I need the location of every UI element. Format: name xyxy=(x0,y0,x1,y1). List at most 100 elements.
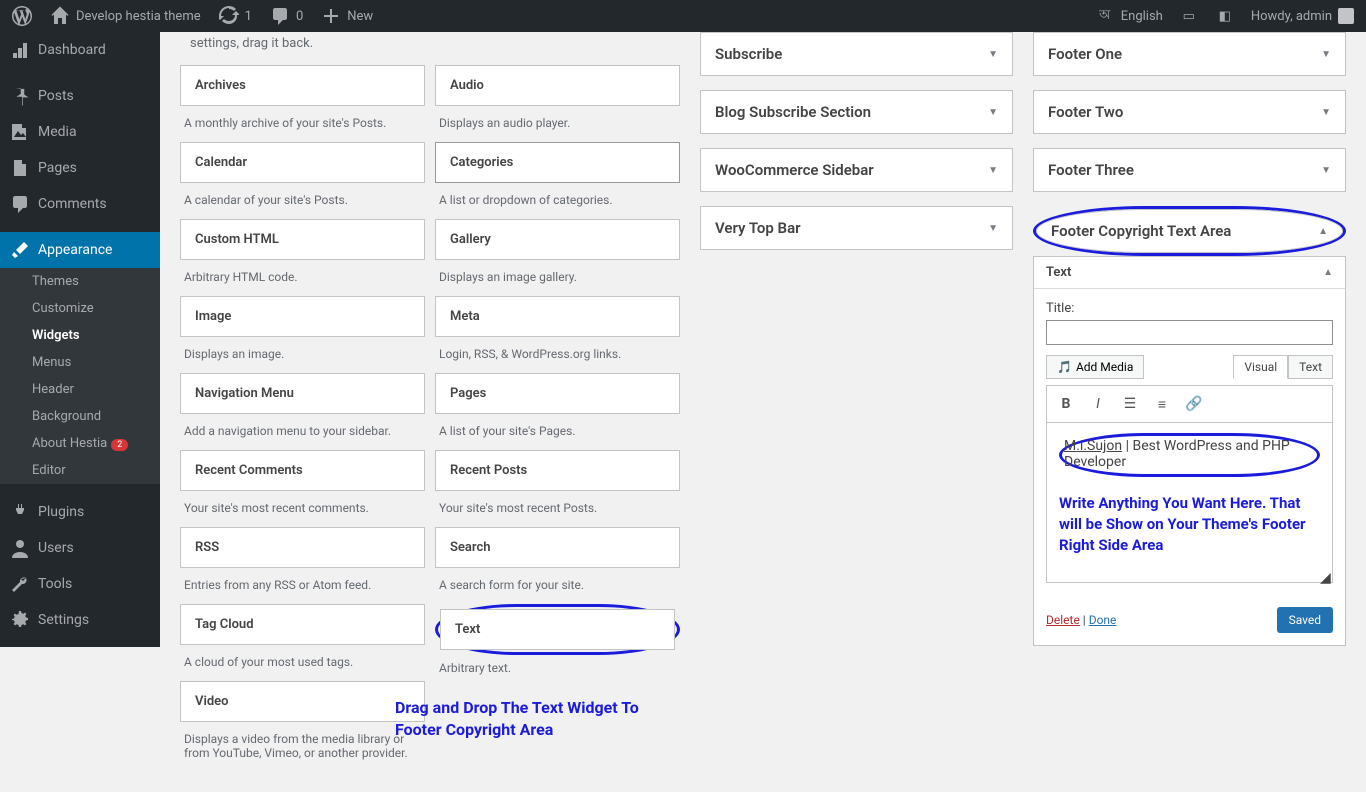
title-input[interactable] xyxy=(1046,320,1333,345)
tab-visual[interactable]: Visual xyxy=(1233,355,1288,379)
text-widget-instance: Text▲ Title: 🎵Add Media Visual Text xyxy=(1033,256,1346,646)
admin-icon-1[interactable]: ▭ xyxy=(1171,0,1207,32)
page-icon xyxy=(10,158,30,178)
menu-settings[interactable]: Settings xyxy=(0,602,160,638)
annotation-highlight-text-widget: Text xyxy=(435,604,680,655)
widgets-admin-page: settings, drag it back. Archives A month… xyxy=(160,32,1366,792)
menu-pages[interactable]: Pages xyxy=(0,150,160,186)
widget-search[interactable]: Search xyxy=(435,527,680,568)
chevron-down-icon: ▼ xyxy=(1321,165,1331,176)
menu-users[interactable]: Users xyxy=(0,530,160,566)
editor-content[interactable]: M.i.Sujon | Best WordPress and PHP Devel… xyxy=(1046,422,1333,583)
comment-icon xyxy=(270,6,290,26)
site-home-link[interactable]: Develop hestia theme xyxy=(42,0,209,32)
widget-recent-posts[interactable]: Recent Posts xyxy=(435,450,680,491)
sidebar-footer-two[interactable]: Footer Two▼ xyxy=(1034,91,1345,133)
widget-meta[interactable]: Meta xyxy=(435,296,680,337)
wp-logo-icon[interactable] xyxy=(4,0,40,32)
submenu-customize[interactable]: Customize xyxy=(0,295,160,322)
submenu-about-hestia[interactable]: About Hestia2 xyxy=(0,430,160,457)
italic-button[interactable]: I xyxy=(1083,390,1113,418)
widget-nav-menu[interactable]: Navigation Menu xyxy=(180,373,425,414)
menu-media[interactable]: Media xyxy=(0,114,160,150)
submenu-widgets[interactable]: Widgets xyxy=(0,322,160,349)
link-button[interactable]: 🔗 xyxy=(1179,390,1209,418)
menu-tools[interactable]: Tools xyxy=(0,566,160,602)
chevron-down-icon: ▼ xyxy=(988,107,998,118)
widget-image[interactable]: Image xyxy=(180,296,425,337)
admin-toolbar: Develop hestia theme 1 0 New অEnglish ▭ … xyxy=(0,0,1366,32)
widget-archives-desc: A monthly archive of your site's Posts. xyxy=(180,110,425,142)
menu-dashboard[interactable]: Dashboard xyxy=(0,32,160,68)
saved-badge: Saved xyxy=(1277,607,1333,633)
menu-posts[interactable]: Posts xyxy=(0,78,160,114)
widget-calendar[interactable]: Calendar xyxy=(180,142,425,183)
submenu-themes[interactable]: Themes xyxy=(0,268,160,295)
submenu-menus[interactable]: Menus xyxy=(0,349,160,376)
updates-link[interactable]: 1 xyxy=(211,0,260,32)
sidebar-footer-one[interactable]: Footer One▼ xyxy=(1034,33,1345,75)
widget-areas-columns: Subscribe▼ Blog Subscribe Section▼ WooCo… xyxy=(700,32,1346,772)
widget-video[interactable]: Video xyxy=(180,681,425,722)
comment-icon xyxy=(10,194,30,214)
sidebar-footer-copyright[interactable]: Footer Copyright Text Area▲ xyxy=(1036,209,1343,253)
sidebar-woocommerce[interactable]: WooCommerce Sidebar▼ xyxy=(701,149,1012,191)
wrench-icon xyxy=(10,574,30,594)
delete-link[interactable]: Delete xyxy=(1046,613,1080,627)
chevron-up-icon: ▲ xyxy=(1323,267,1333,278)
chevron-down-icon: ▼ xyxy=(1321,49,1331,60)
resize-handle[interactable]: ◢ xyxy=(1320,570,1330,580)
title-label: Title: xyxy=(1046,301,1333,316)
available-widgets-column: settings, drag it back. Archives A month… xyxy=(180,32,680,772)
menu-appearance[interactable]: Appearance xyxy=(0,232,160,268)
annotation-highlight-content: M.i.Sujon | Best WordPress and PHP Devel… xyxy=(1059,433,1320,477)
comments-link[interactable]: 0 xyxy=(262,0,311,32)
plus-icon xyxy=(321,6,341,26)
text-widget-head[interactable]: Text▲ xyxy=(1034,257,1345,289)
add-media-button[interactable]: 🎵Add Media xyxy=(1046,355,1144,379)
user-icon xyxy=(10,538,30,558)
page-note: settings, drag it back. xyxy=(180,32,680,65)
widget-tag-cloud[interactable]: Tag Cloud xyxy=(180,604,425,645)
gear-icon xyxy=(10,610,30,630)
new-content-link[interactable]: New xyxy=(313,0,381,32)
submenu-background[interactable]: Background xyxy=(0,403,160,430)
update-badge: 2 xyxy=(111,439,128,451)
ul-button[interactable]: ☰ xyxy=(1115,390,1145,418)
widget-text[interactable]: Text xyxy=(440,609,675,650)
home-icon xyxy=(50,6,70,26)
editor-toolbar: B I ☰ ≡ 🔗 xyxy=(1046,385,1333,422)
annotation-highlight-footer-copyright: Footer Copyright Text Area▲ xyxy=(1033,206,1346,256)
my-account-link[interactable]: Howdy, admin xyxy=(1243,0,1362,32)
sidebar-subscribe[interactable]: Subscribe▼ xyxy=(701,33,1012,75)
language-switcher[interactable]: অEnglish xyxy=(1087,0,1171,32)
widget-pages[interactable]: Pages xyxy=(435,373,680,414)
menu-plugins[interactable]: Plugins xyxy=(0,494,160,530)
widget-gallery[interactable]: Gallery xyxy=(435,219,680,260)
admin-icon-2[interactable]: ◧ xyxy=(1207,0,1243,32)
avatar xyxy=(1338,8,1354,24)
plug-icon xyxy=(10,502,30,522)
available-widgets-right: Audio Displays an audio player. Categori… xyxy=(435,65,680,772)
widget-recent-comments[interactable]: Recent Comments xyxy=(180,450,425,491)
sidebar-blog-subscribe[interactable]: Blog Subscribe Section▼ xyxy=(701,91,1012,133)
submenu-appearance: Themes Customize Widgets Menus Header Ba… xyxy=(0,268,160,484)
widget-rss[interactable]: RSS xyxy=(180,527,425,568)
widget-archives[interactable]: Archives xyxy=(180,65,425,106)
widget-categories[interactable]: Categories xyxy=(435,142,680,183)
available-widgets-left: Archives A monthly archive of your site'… xyxy=(180,65,425,772)
widget-custom-html[interactable]: Custom HTML xyxy=(180,219,425,260)
media-icon xyxy=(10,122,30,142)
annotation-drag-drop: Drag and Drop The Text Widget To Footer … xyxy=(395,697,680,740)
menu-comments[interactable]: Comments xyxy=(0,186,160,222)
sidebar-very-top-bar[interactable]: Very Top Bar▼ xyxy=(701,207,1012,249)
bold-button[interactable]: B xyxy=(1051,390,1081,418)
ol-button[interactable]: ≡ xyxy=(1147,390,1177,418)
tab-text[interactable]: Text xyxy=(1288,355,1333,379)
annotation-write-anything: Write Anything You Want Here. That will … xyxy=(1059,493,1320,556)
done-link[interactable]: Done xyxy=(1089,613,1117,627)
sidebar-footer-three[interactable]: Footer Three▼ xyxy=(1034,149,1345,191)
widget-audio[interactable]: Audio xyxy=(435,65,680,106)
submenu-editor[interactable]: Editor xyxy=(0,457,160,484)
submenu-header[interactable]: Header xyxy=(0,376,160,403)
